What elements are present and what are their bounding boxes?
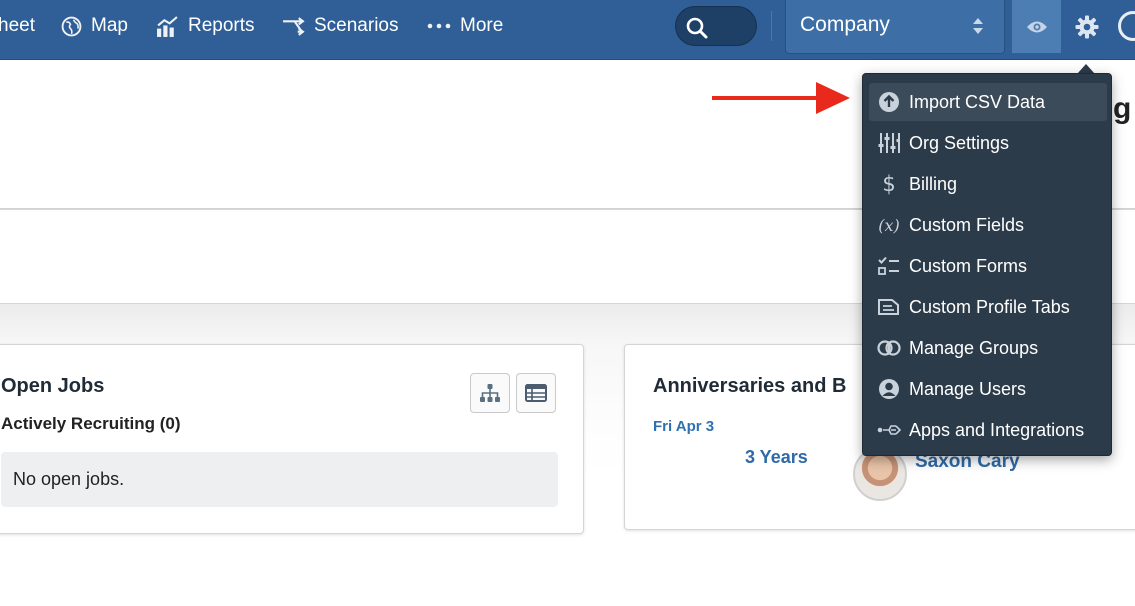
menu-item-label: Custom Profile Tabs [909, 296, 1070, 317]
dollar-icon: $ [882, 172, 896, 196]
table-icon [525, 384, 547, 402]
menu-item-label: Custom Fields [909, 214, 1025, 235]
search-button[interactable] [675, 6, 757, 46]
anniversary-years: 3 Years [745, 447, 808, 467]
integration-icon [869, 423, 909, 437]
page-title-partial: g 8 [1113, 92, 1135, 125]
menu-item-label: Manage Users [909, 378, 1027, 399]
menu-item-org-settings[interactable]: Org Settings [869, 124, 1107, 162]
upload-circle-icon [869, 91, 909, 113]
menu-item-label: Custom Forms [909, 255, 1028, 276]
user-circle-icon [869, 378, 909, 400]
menu-item-import-csv[interactable]: Import CSV Data [869, 83, 1107, 121]
menu-item-billing[interactable]: $ Billing [869, 165, 1107, 203]
sort-updown-icon [973, 18, 983, 34]
eye-icon [1026, 21, 1047, 32]
chart-icon [156, 15, 179, 37]
nav-item-scenarios[interactable]: Scenarios [282, 0, 399, 52]
menu-item-label: Billing [909, 173, 958, 194]
menu-item-manage-users[interactable]: Manage Users [869, 370, 1107, 408]
profile-tab-icon [869, 298, 909, 316]
sliders-icon [869, 132, 909, 154]
settings-button[interactable] [1069, 0, 1105, 53]
menu-item-label: Org Settings [909, 132, 1010, 153]
nav-item-map[interactable]: Map [61, 0, 128, 52]
menu-item-custom-forms[interactable]: Custom Forms [869, 247, 1107, 285]
nav-item-more[interactable]: More [427, 0, 503, 52]
company-select[interactable]: Company [785, 0, 1005, 54]
user-avatar-button[interactable] [1118, 11, 1135, 41]
red-arrow-annotation [712, 82, 850, 114]
org-chart-icon [480, 384, 500, 402]
recruiting-subtitle: Actively Recruiting (0) [1, 414, 181, 433]
split-arrows-icon [282, 16, 305, 36]
groups-icon [869, 340, 909, 356]
nav-item-label: More [460, 15, 504, 36]
view-toggle-button[interactable] [1012, 0, 1061, 53]
nav-item-label: Reports [188, 15, 255, 36]
anniversary-date: Fri Apr 3 [653, 418, 715, 435]
menu-item-label: Apps and Integrations [909, 419, 1085, 440]
card-title: Anniversaries and B [653, 375, 847, 397]
org-chart-view-button[interactable] [470, 373, 510, 413]
company-select-value: Company [800, 13, 890, 36]
search-icon [686, 17, 708, 39]
nav-item-label: Map [91, 15, 128, 36]
gear-icon [1075, 15, 1099, 38]
nav-item-label: heet [0, 15, 35, 36]
dots-icon [427, 23, 451, 29]
function-x-icon: (x) [878, 215, 900, 235]
nav-item-spreadsheet[interactable]: heet [0, 0, 35, 52]
menu-item-custom-profile-tabs[interactable]: Custom Profile Tabs [869, 288, 1107, 326]
table-view-button[interactable] [516, 373, 556, 413]
empty-jobs-message: No open jobs. [1, 452, 558, 507]
nav-divider [771, 11, 772, 41]
globe-icon [61, 16, 82, 37]
nav-item-reports[interactable]: Reports [156, 0, 255, 52]
menu-item-label: Manage Groups [909, 337, 1039, 358]
card-title: Open Jobs [1, 375, 105, 397]
settings-dropdown-menu: Import CSV Data Org Settings $ Billing (… [862, 73, 1112, 456]
menu-item-manage-groups[interactable]: Manage Groups [869, 329, 1107, 367]
open-jobs-card: Open Jobs Actively Recruiting (0) No ope… [0, 344, 584, 534]
nav-item-label: Scenarios [314, 15, 399, 36]
menu-item-label: Import CSV Data [909, 91, 1046, 112]
top-nav-bar: heet Map Reports Scenarios More Company [0, 0, 1135, 60]
checklist-icon [869, 256, 909, 276]
menu-item-custom-fields[interactable]: (x) Custom Fields [869, 206, 1107, 244]
menu-item-apps-integrations[interactable]: Apps and Integrations [869, 411, 1107, 449]
